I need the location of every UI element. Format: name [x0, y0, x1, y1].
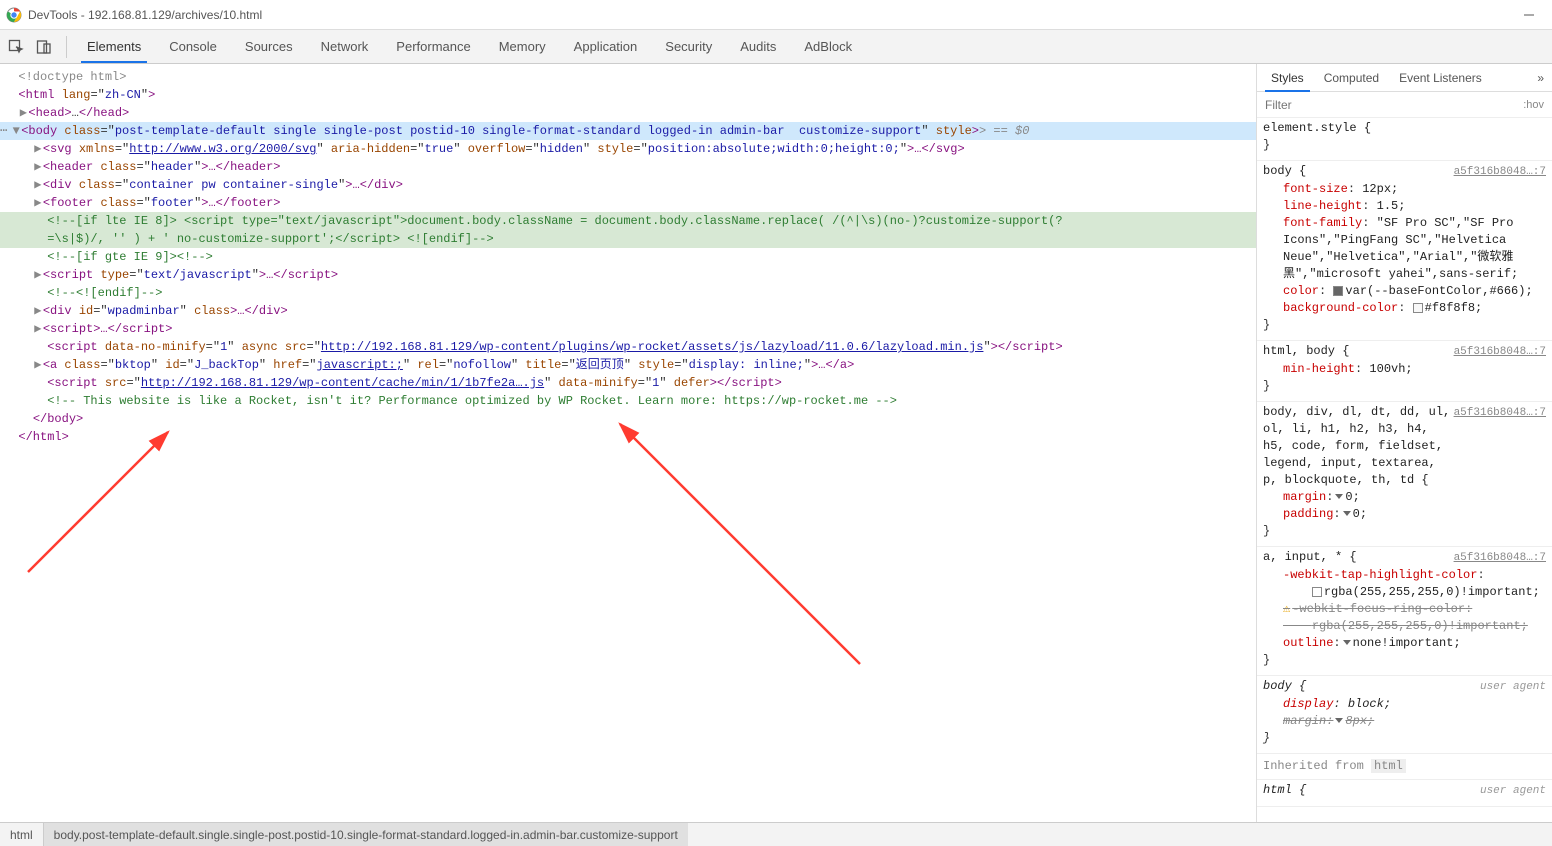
styles-body[interactable]: element.style { } body {a5f316b8048…:7 f…: [1257, 118, 1552, 822]
wpadminbar-node[interactable]: ▶<div id="wpadminbar" class>…</div>: [0, 302, 1256, 320]
sidebar-more-icon[interactable]: »: [1529, 64, 1552, 91]
cache-script-node[interactable]: <script src="http://192.168.81.129/wp-co…: [0, 374, 1256, 392]
source-link[interactable]: a5f316b8048…:7: [1454, 164, 1546, 181]
endif-comment[interactable]: <!--<![endif]-->: [0, 284, 1256, 302]
styles-sidebar: Styles Computed Event Listeners » :hov e…: [1256, 64, 1552, 822]
devtools-window: DevTools - 192.168.81.129/archives/10.ht…: [0, 0, 1552, 846]
rule-reset[interactable]: body, div, dl, dt, dd, ul, ol, li, h1, h…: [1257, 402, 1552, 547]
crumb-body[interactable]: body.post-template-default.single.single…: [43, 823, 688, 846]
footer-node[interactable]: ▶<footer class="footer">…</footer>: [0, 194, 1256, 212]
crumb-html[interactable]: html: [0, 823, 43, 846]
minimize-button[interactable]: [1506, 0, 1552, 30]
window-title: DevTools - 192.168.81.129/archives/10.ht…: [28, 8, 262, 22]
toolbar-icons: [0, 30, 60, 63]
html-close[interactable]: </html>: [0, 428, 1256, 446]
script-node-2[interactable]: ▶<script>…</script>: [0, 320, 1256, 338]
tab-memory[interactable]: Memory: [485, 30, 560, 63]
tab-elements[interactable]: Elements: [73, 30, 155, 63]
devtools-toolbar: Elements Console Sources Network Perform…: [0, 30, 1552, 64]
window-controls: [1506, 0, 1552, 30]
chrome-icon: [6, 7, 22, 23]
elements-tree[interactable]: <!doctype html> <html lang="zh-CN"> ▶<he…: [0, 64, 1256, 822]
lazyload-script-node[interactable]: <script data-no-minify="1" async src="ht…: [0, 338, 1256, 356]
rule-body[interactable]: body {a5f316b8048…:7 font-size: 12px; li…: [1257, 161, 1552, 341]
collapse-icon[interactable]: ▼: [11, 122, 21, 140]
body-close[interactable]: </body>: [0, 410, 1256, 428]
breadcrumb-bar: html body.post-template-default.single.s…: [0, 822, 1552, 846]
script-node-1[interactable]: ▶<script type="text/javascript">…</scrip…: [0, 266, 1256, 284]
tab-security[interactable]: Security: [651, 30, 726, 63]
svg-node[interactable]: ▶<svg xmlns="http://www.w3.org/2000/svg"…: [0, 140, 1256, 158]
head-node[interactable]: ▶<head>…</head>: [0, 104, 1256, 122]
warning-icon: ⚠: [1283, 602, 1290, 616]
header-node[interactable]: ▶<header class="header">…</header>: [0, 158, 1256, 176]
device-toggle-icon[interactable]: [36, 39, 52, 55]
ie8-comment[interactable]: <!--[if lte IE 8]> <script type="text/ja…: [0, 212, 1256, 230]
rule-body-ua[interactable]: body {user agent display: block; margin:…: [1257, 676, 1552, 754]
main-tabs: Elements Console Sources Network Perform…: [73, 30, 866, 63]
side-tab-styles[interactable]: Styles: [1261, 64, 1314, 91]
ie9-comment[interactable]: <!--[if gte IE 9]><!-->: [0, 248, 1256, 266]
styles-filter-row: :hov: [1257, 92, 1552, 118]
sidebar-tabs: Styles Computed Event Listeners »: [1257, 64, 1552, 92]
doctype-node: <!doctype html>: [18, 70, 126, 84]
body-node-selected[interactable]: ⋯ ▼<body class="post-template-default si…: [0, 122, 1256, 140]
tab-sources[interactable]: Sources: [231, 30, 307, 63]
hov-toggle[interactable]: :hov: [1515, 99, 1552, 111]
rule-a-input-star[interactable]: a, input, * {a5f316b8048…:7 -webkit-tap-…: [1257, 547, 1552, 676]
styles-filter-input[interactable]: [1257, 98, 1515, 112]
rule-html-body[interactable]: html, body {a5f316b8048…:7 min-height: 1…: [1257, 341, 1552, 402]
rocket-comment[interactable]: <!-- This website is like a Rocket, isn'…: [0, 392, 1256, 410]
side-tab-eventlisteners[interactable]: Event Listeners: [1389, 64, 1492, 91]
main-area: <!doctype html> <html lang="zh-CN"> ▶<he…: [0, 64, 1552, 822]
container-node[interactable]: ▶<div class="container pw container-sing…: [0, 176, 1256, 194]
tab-adblock[interactable]: AdBlock: [790, 30, 866, 63]
rule-element-style[interactable]: element.style { }: [1257, 118, 1552, 161]
backtop-anchor-node[interactable]: ▶<a class="bktop" id="J_backTop" href="j…: [0, 356, 1256, 374]
tab-application[interactable]: Application: [560, 30, 652, 63]
tab-console[interactable]: Console: [155, 30, 231, 63]
side-tab-computed[interactable]: Computed: [1314, 64, 1389, 91]
rule-html-ua[interactable]: html {user agent: [1257, 780, 1552, 807]
tab-network[interactable]: Network: [307, 30, 383, 63]
html-node[interactable]: <html lang="zh-CN">: [0, 86, 1256, 104]
inspect-icon[interactable]: [8, 39, 24, 55]
toolbar-separator: [66, 36, 67, 58]
window-titlebar: DevTools - 192.168.81.129/archives/10.ht…: [0, 0, 1552, 30]
expand-icon[interactable]: ▶: [18, 104, 28, 122]
tab-performance[interactable]: Performance: [382, 30, 484, 63]
inherited-from-row: Inherited from html: [1257, 754, 1552, 780]
tab-audits[interactable]: Audits: [726, 30, 790, 63]
